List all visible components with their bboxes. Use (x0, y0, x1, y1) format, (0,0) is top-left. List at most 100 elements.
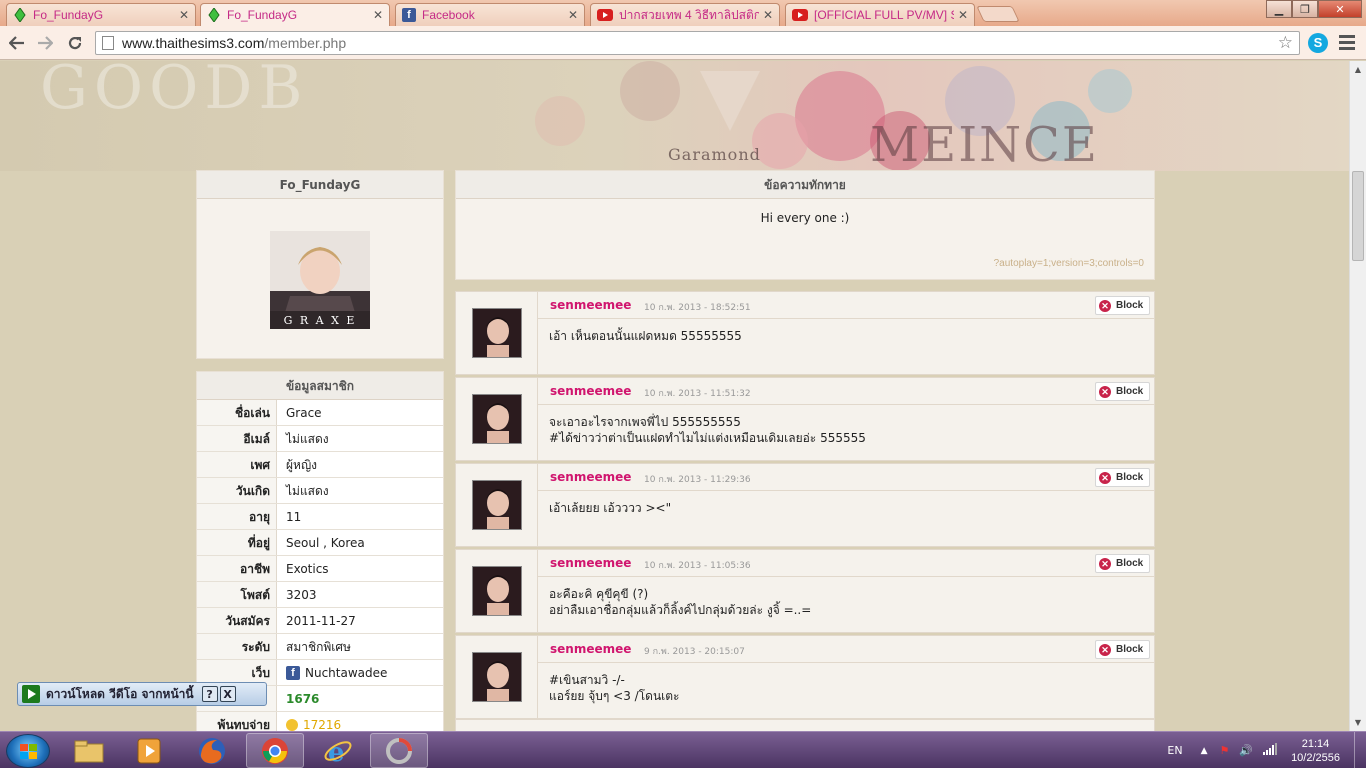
menu-icon[interactable] (1339, 35, 1355, 53)
download-video-bar[interactable]: ดาวน์โหลด วีดีโอ จากหน้านี้ ? X (17, 682, 267, 706)
comment-username[interactable]: senmeemee (550, 298, 631, 312)
download-video-label: ดาวน์โหลด วีดีโอ จากหน้านี้ (46, 686, 194, 701)
page-scrollbar[interactable]: ▲ ▼ (1349, 61, 1366, 731)
chrome-taskbar-icon[interactable] (246, 733, 304, 768)
internet-explorer-taskbar-icon[interactable]: e (309, 733, 367, 768)
comment-line: #เขินสามวิ -/- (549, 673, 625, 687)
profile-panel: Fo_FundayG G R A X E (196, 170, 444, 359)
action-center-flag-icon[interactable]: ⚑ (1219, 744, 1229, 757)
member-info-value[interactable]: f Nuchtawadee (277, 660, 443, 685)
block-button[interactable]: ✕ Block (1095, 296, 1150, 315)
explorer-taskbar-icon[interactable] (60, 733, 118, 768)
app-taskbar-icon[interactable] (370, 733, 428, 768)
play-icon (22, 685, 40, 703)
comment-username[interactable]: senmeemee (550, 642, 631, 656)
comment-card: senmeemee 10 ก.พ. 2013 - 11:51:32 ✕ Block จะ… (455, 377, 1155, 461)
tab-close-icon[interactable]: ✕ (568, 8, 578, 22)
reload-icon[interactable] (64, 32, 86, 54)
comment-username[interactable]: senmeemee (550, 470, 631, 484)
block-label: Block (1116, 472, 1144, 483)
show-desktop-button[interactable] (1354, 732, 1366, 768)
member-info-value: 11 (277, 504, 443, 529)
member-info-key: อายุ (197, 504, 277, 529)
bookmark-star-icon[interactable]: ☆ (1278, 33, 1293, 53)
tab-close-icon[interactable]: ✕ (958, 8, 968, 22)
close-window-button[interactable]: ✕ (1318, 0, 1362, 18)
profile-avatar[interactable]: G R A X E (270, 231, 370, 329)
back-arrow-icon[interactable] (6, 32, 28, 54)
member-info-panel: ข้อมูลสมาชิก ชื่อเล่น Grace อีเมล์ ไม่แสดงเ… (196, 371, 444, 731)
commenter-avatar[interactable] (472, 652, 522, 702)
commenter-avatar[interactable] (472, 480, 522, 530)
tab-close-icon[interactable]: ✕ (179, 8, 189, 22)
minimize-button[interactable]: ▁ (1266, 0, 1292, 18)
block-x-icon: ✕ (1099, 557, 1111, 570)
tab-title: Fo_FundayG (227, 8, 298, 22)
commenter-avatar[interactable] (472, 308, 522, 358)
block-button[interactable]: ✕ Block (1095, 382, 1150, 401)
address-bar[interactable]: www.thaithesims3.com/member.php ☆ (95, 31, 1300, 55)
comment-avatar-cell (456, 378, 538, 460)
comment-body: เอ้าเล้ยยย เอ้วววว ><" (549, 500, 1144, 516)
block-label: Block (1116, 386, 1144, 397)
member-info-value: 17216 (277, 712, 443, 731)
system-clock[interactable]: 21:14 10/2/2556 (1291, 737, 1340, 765)
forward-arrow-icon[interactable] (34, 32, 56, 54)
network-signal-icon[interactable] (1263, 743, 1278, 758)
restore-button[interactable]: ❐ (1292, 0, 1318, 18)
tab-fo-fundayg-1[interactable]: Fo_FundayG ✕ (6, 3, 196, 26)
tab-facebook[interactable]: f Facebook ✕ (395, 3, 585, 26)
member-info-text: 17216 (303, 717, 342, 732)
block-x-icon: ✕ (1099, 299, 1111, 312)
commenter-avatar[interactable] (472, 566, 522, 616)
scroll-down-icon[interactable]: ▼ (1350, 714, 1366, 731)
block-button[interactable]: ✕ Block (1095, 468, 1150, 487)
show-hidden-icons-icon[interactable]: ▲ (1201, 746, 1208, 756)
close-bar-button[interactable]: X (219, 686, 236, 702)
comment-line: จะเอาอะไรจากเพจพี่ไป 555555555 (549, 415, 741, 429)
comment-username[interactable]: senmeemee (550, 384, 631, 398)
toolbar: www.thaithesims3.com/member.php ☆ S (0, 26, 1366, 60)
member-info-text: 2011-11-27 (286, 613, 356, 628)
comment-card (455, 719, 1155, 731)
comment-timestamp: 10 ก.พ. 2013 - 11:51:32 (644, 389, 751, 399)
tab-close-icon[interactable]: ✕ (373, 8, 383, 22)
comment-line: อย่าลืมเอาชื่อกลุ่มแล้วก็ลิ้งค์ไปกลุ่มด้… (549, 603, 812, 617)
comment-card: senmeemee 10 ก.พ. 2013 - 11:29:36 ✕ Block เอ… (455, 463, 1155, 547)
new-tab-button[interactable] (976, 6, 1020, 22)
member-info-row: วันสมัคร 2011-11-27 (197, 608, 443, 634)
facebook-icon: f (402, 8, 416, 22)
tab-youtube-lipstick[interactable]: ปากสวยเทพ 4 วิธีทาลิปสติก - ✕ (590, 3, 780, 26)
tab-title: [OFFICIAL FULL PV/MV] Su (814, 8, 954, 22)
start-button[interactable] (6, 734, 50, 768)
comment-header: senmeemee 10 ก.พ. 2013 - 11:05:36 ✕ Block (538, 550, 1154, 577)
tab-youtube-pv[interactable]: [OFFICIAL FULL PV/MV] Su ✕ (785, 3, 975, 26)
commenter-avatar[interactable] (472, 394, 522, 444)
member-info-key: อาชีพ (197, 556, 277, 581)
member-info-text: 11 (286, 509, 302, 524)
comment-header: senmeemee 10 ก.พ. 2013 - 11:29:36 ✕ Block (538, 464, 1154, 491)
skype-icon[interactable]: S (1308, 33, 1328, 53)
scroll-up-icon[interactable]: ▲ (1350, 61, 1366, 78)
media-player-taskbar-icon[interactable] (120, 733, 178, 768)
help-button[interactable]: ? (201, 686, 218, 702)
member-info-row: ระดับ สมาชิกพิเศษ (197, 634, 443, 660)
greeting-title: ข้อความทักทาย (456, 171, 1154, 199)
language-indicator[interactable]: EN (1167, 744, 1182, 757)
comment-avatar-cell (456, 464, 538, 546)
greeting-message: Hi every one :) (760, 211, 850, 225)
member-info-text: ไม่แสดง (286, 431, 329, 446)
tab-close-icon[interactable]: ✕ (763, 8, 773, 22)
member-info-text: Exotics (286, 561, 329, 576)
block-button[interactable]: ✕ Block (1095, 640, 1150, 659)
member-info-value: สมาชิกพิเศษ (277, 634, 443, 659)
firefox-taskbar-icon[interactable] (183, 733, 241, 768)
member-info-row: ชื่อเล่น Grace (197, 400, 443, 426)
block-button[interactable]: ✕ Block (1095, 554, 1150, 573)
member-info-text: 3203 (286, 587, 317, 602)
comment-header: senmeemee 10 ก.พ. 2013 - 18:52:51 ✕ Block (538, 292, 1154, 319)
tab-fo-fundayg-2[interactable]: Fo_FundayG ✕ (200, 3, 390, 26)
comment-username[interactable]: senmeemee (550, 556, 631, 570)
scroll-thumb[interactable] (1352, 171, 1364, 261)
volume-icon[interactable]: 🔊 (1239, 744, 1253, 757)
